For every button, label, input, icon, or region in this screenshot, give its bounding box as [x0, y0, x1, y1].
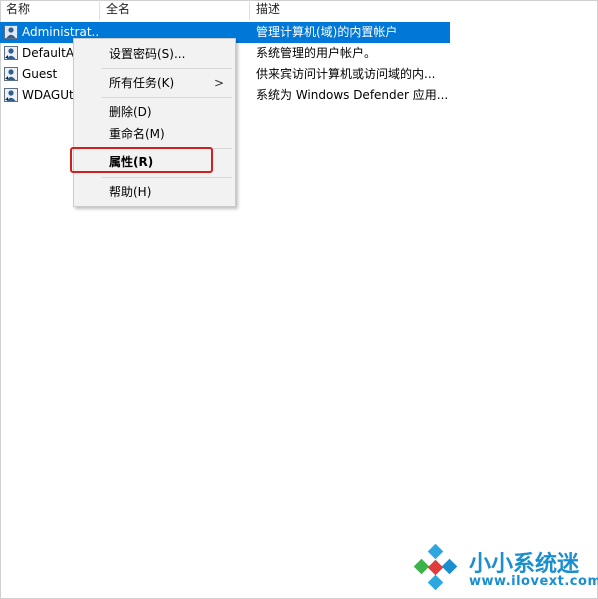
menu-item-help[interactable]: 帮助(H): [75, 181, 234, 203]
list-header: 名称 全名 描述: [0, 0, 450, 20]
user-description: 供来宾访问计算机或访问域的内...: [256, 67, 436, 81]
menu-item-all-tasks[interactable]: 所有任务(K) >: [75, 72, 234, 94]
user-icon: [4, 88, 18, 102]
menu-item-label: 删除(D): [109, 105, 152, 119]
menu-item-label: 帮助(H): [109, 185, 152, 199]
menu-item-label: 重命名(M): [109, 127, 165, 141]
menu-item-label: 设置密码(S)...: [109, 47, 186, 61]
menu-separator: [102, 68, 232, 69]
menu-item-delete[interactable]: 删除(D): [75, 101, 234, 123]
user-icon: [4, 67, 18, 81]
diamond-logo-icon: [413, 544, 458, 591]
user-description: 管理计算机(域)的内置帐户: [256, 25, 398, 39]
column-header-description[interactable]: 描述: [250, 0, 450, 20]
user-description: 系统管理的用户帐户。: [256, 46, 377, 60]
watermark-url: www.ilovext.com: [469, 574, 598, 589]
column-header-full-name[interactable]: 全名: [100, 0, 250, 20]
menu-separator: [102, 97, 232, 98]
user-icon: [4, 25, 18, 39]
chevron-right-icon: >: [213, 76, 224, 90]
menu-item-set-password[interactable]: 设置密码(S)...: [75, 43, 234, 65]
menu-item-label: 所有任务(K): [109, 76, 175, 90]
user-description: 系统为 Windows Defender 应用...: [256, 88, 448, 102]
column-header-name[interactable]: 名称: [0, 0, 100, 20]
menu-item-rename[interactable]: 重命名(M): [75, 123, 234, 145]
properties-highlight-box: [70, 147, 213, 173]
context-menu: 设置密码(S)... 所有任务(K) > 删除(D) 重命名(M) 属性(R) …: [73, 38, 236, 207]
user-icon: [4, 46, 18, 60]
menu-separator: [102, 177, 232, 178]
